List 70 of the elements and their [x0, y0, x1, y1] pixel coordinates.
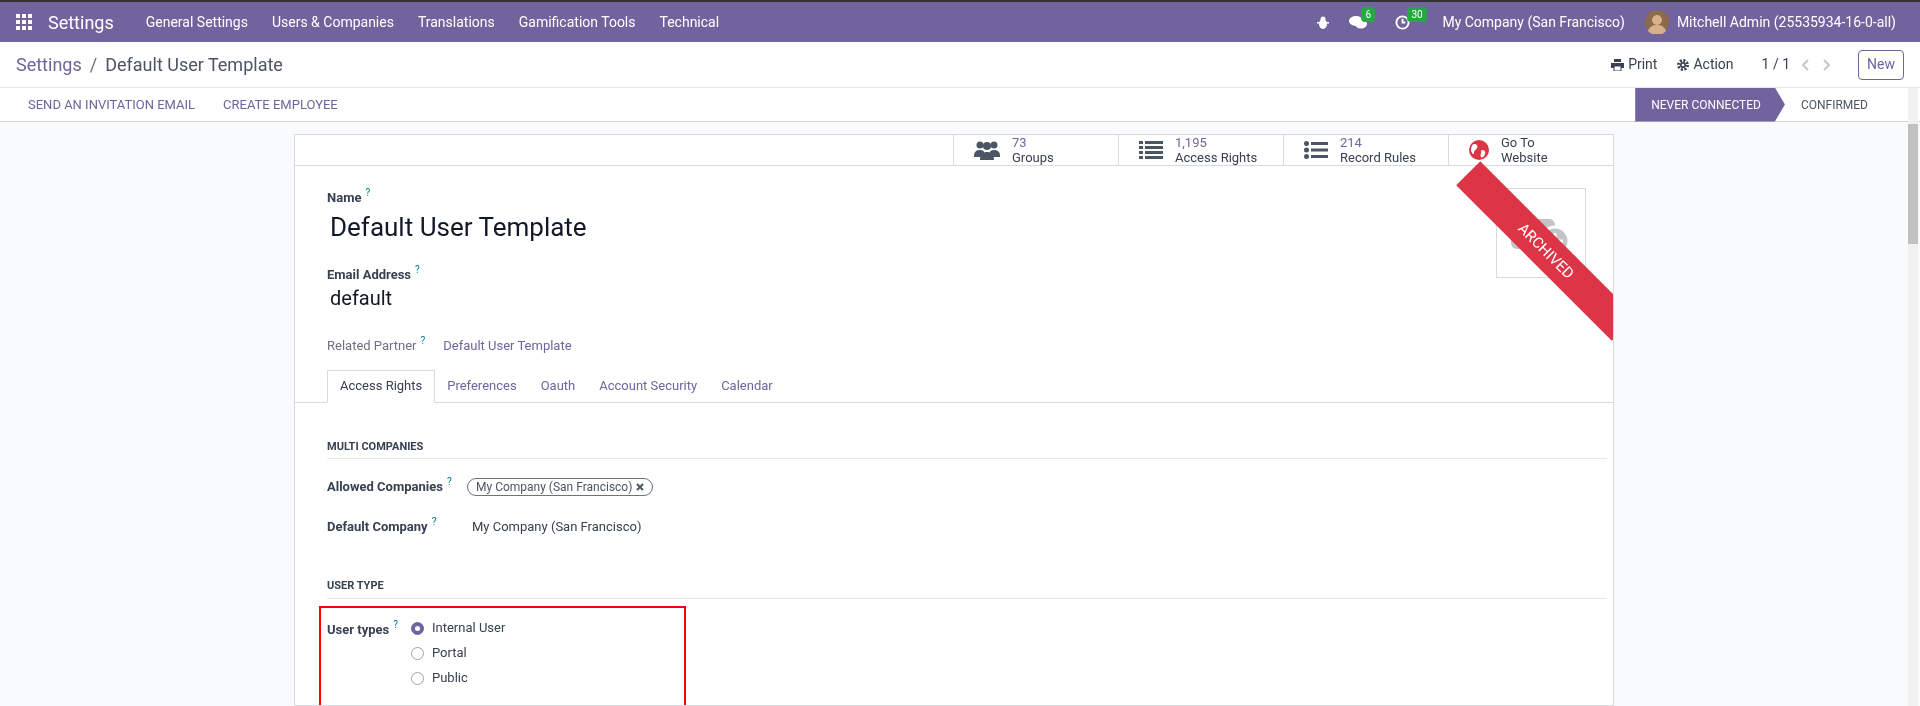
- new-button[interactable]: New: [1858, 49, 1904, 80]
- related-partner-link[interactable]: Default User Template: [443, 336, 572, 356]
- smart-button-value: 1,195: [1175, 135, 1208, 150]
- help-tooltip-icon[interactable]: ?: [420, 336, 426, 346]
- help-tooltip-icon[interactable]: ?: [393, 619, 398, 630]
- status-stage[interactable]: NEVER CONNECTED: [1635, 87, 1785, 122]
- pager-value[interactable]: 1 / 1: [1761, 54, 1791, 75]
- breadcrumb-current: Default User Template: [105, 53, 283, 77]
- form-tab[interactable]: Account Security: [587, 369, 710, 403]
- smart-button-label: Record Rules: [1340, 150, 1417, 165]
- message-count-badge: 6: [1361, 6, 1376, 22]
- default-company-field[interactable]: My Company (San Francisco): [472, 516, 642, 536]
- printer-icon: [1611, 58, 1625, 71]
- radio-option[interactable]: Portal: [411, 644, 506, 662]
- company-switcher[interactable]: My Company (San Francisco): [1442, 11, 1625, 33]
- smart-button-value: 214: [1340, 135, 1363, 150]
- field-label: Name: [327, 189, 362, 207]
- form-tab[interactable]: Access Rights: [327, 369, 436, 403]
- clock-icon[interactable]: [1395, 14, 1411, 30]
- field-label: User types: [327, 620, 390, 639]
- help-tooltip-icon[interactable]: ?: [431, 516, 437, 527]
- smart-button-label: Groups: [1012, 150, 1055, 165]
- radio-option[interactable]: Internal User: [411, 619, 506, 637]
- bug-icon[interactable]: [1317, 15, 1330, 29]
- field-label: Related Partner: [327, 337, 417, 355]
- section-title: MULTI COMPANIES: [327, 438, 1607, 459]
- help-tooltip-icon[interactable]: ?: [415, 264, 420, 275]
- radio-button[interactable]: [411, 671, 424, 685]
- activity-count-badge: 30: [1407, 6, 1427, 22]
- section-title: USER TYPE: [327, 578, 1607, 599]
- radio-button[interactable]: [411, 621, 424, 635]
- smart-button[interactable]: Go To Website: [1448, 135, 1613, 165]
- app-grid-icon[interactable]: [16, 14, 32, 30]
- breadcrumb-separator: /: [89, 53, 98, 77]
- avatar-placeholder[interactable]: [1496, 188, 1586, 278]
- form-tab[interactable]: Preferences: [435, 369, 529, 403]
- smart-button[interactable]: 214 Record Rules: [1283, 135, 1448, 165]
- gear-icon: [1677, 58, 1690, 71]
- smart-button[interactable]: 1,195 Access Rights: [1118, 135, 1283, 165]
- form-tab[interactable]: Calendar: [709, 369, 785, 403]
- status-stage[interactable]: CONFIRMED: [1784, 87, 1892, 122]
- users-icon: [974, 140, 1000, 160]
- field-label: Allowed Companies: [327, 478, 443, 496]
- list-icon: [1139, 141, 1163, 159]
- user-menu[interactable]: Mitchell Admin (25535934-16-0-all): [1676, 11, 1896, 33]
- radio-button[interactable]: [411, 646, 424, 660]
- breadcrumb-link[interactable]: Settings: [16, 51, 82, 78]
- action-menu-button[interactable]: Action: [1677, 54, 1734, 75]
- smart-button[interactable]: 73 Groups: [953, 135, 1118, 165]
- form-tab[interactable]: Oauth: [528, 369, 588, 403]
- navbar-menu-item[interactable]: Gamification Tools: [506, 11, 648, 33]
- help-tooltip-icon[interactable]: ?: [365, 188, 371, 198]
- remove-icon[interactable]: [636, 482, 645, 491]
- field-label: Email Address: [327, 265, 412, 284]
- print-button[interactable]: Print: [1611, 54, 1658, 75]
- header-action-button[interactable]: CREATE EMPLOYEE: [211, 94, 350, 115]
- header-action-button[interactable]: SEND AN INVITATION EMAIL: [16, 94, 208, 115]
- smart-button-value: 73: [1012, 135, 1028, 150]
- navbar-menu-item[interactable]: Technical: [647, 11, 732, 33]
- navbar-menu-item[interactable]: General Settings: [133, 11, 260, 33]
- help-tooltip-icon[interactable]: ?: [446, 477, 452, 487]
- smart-button-label: Access Rights: [1175, 150, 1259, 165]
- navbar-menu-item[interactable]: Translations: [405, 11, 507, 33]
- user-avatar[interactable]: [1644, 10, 1669, 34]
- navbar-menu-item[interactable]: Users & Companies: [259, 11, 406, 33]
- app-name[interactable]: Settings: [48, 8, 114, 36]
- field-label: Default Company: [327, 517, 428, 536]
- bullet-list-icon: [1304, 141, 1328, 159]
- radio-option[interactable]: Public: [411, 669, 506, 687]
- globe-icon: [1469, 140, 1489, 160]
